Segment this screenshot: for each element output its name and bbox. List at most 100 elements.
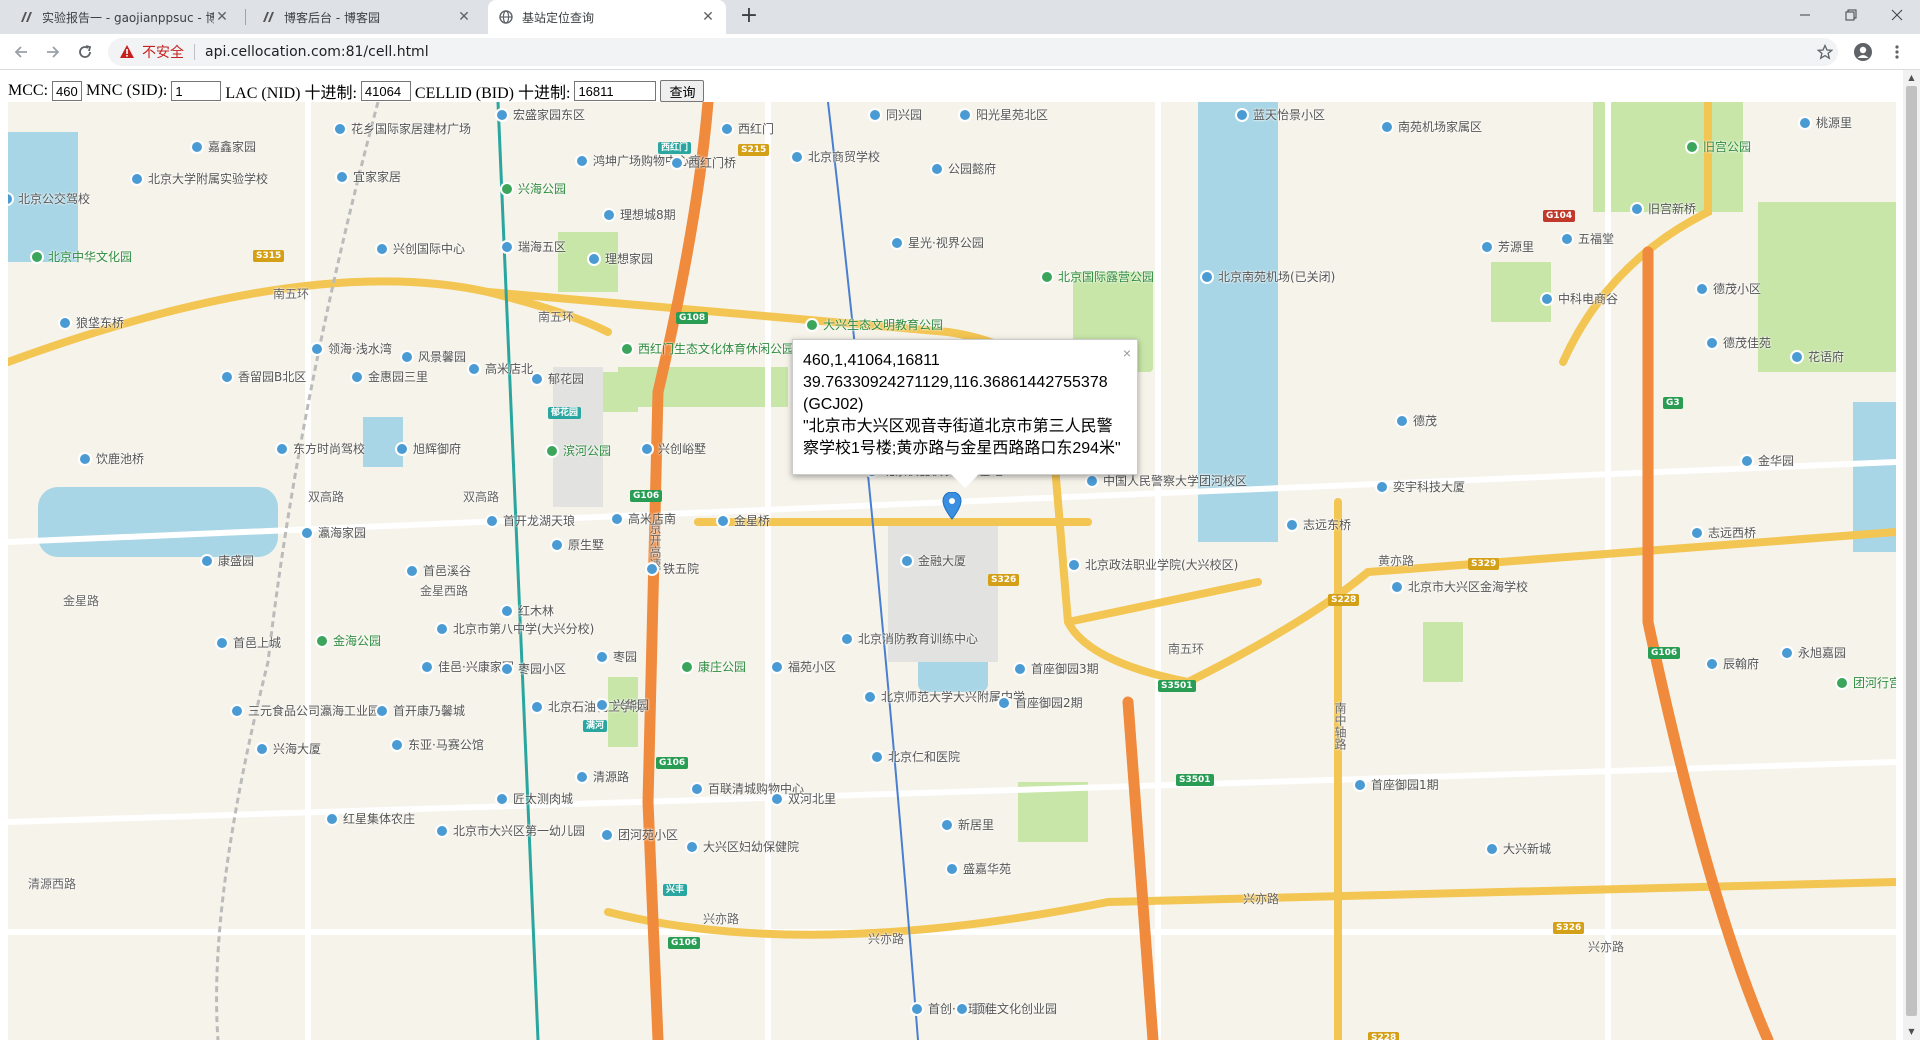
park-poi-icon[interactable] — [1040, 270, 1054, 284]
poi-icon[interactable] — [1690, 526, 1704, 540]
poi-label[interactable]: 南苑机场家属区 — [1398, 120, 1482, 134]
poi-icon[interactable] — [870, 750, 884, 764]
poi-icon[interactable] — [220, 370, 234, 384]
poi-icon[interactable] — [1375, 480, 1389, 494]
poi-label[interactable]: 领海·浅水湾 — [328, 342, 392, 356]
poi-icon[interactable] — [1353, 778, 1367, 792]
poi-icon[interactable] — [670, 156, 684, 170]
poi-icon[interactable] — [770, 660, 784, 674]
park-poi-icon[interactable] — [805, 318, 819, 332]
poi-label[interactable]: 红星集体农庄 — [343, 812, 415, 826]
poi-label[interactable]: 福苑小区 — [788, 660, 836, 674]
poi-icon[interactable] — [333, 122, 347, 136]
poi-label[interactable]: 瀛海家园 — [318, 526, 366, 540]
scroll-up-icon[interactable]: ▲ — [1903, 70, 1920, 86]
poi-label[interactable]: 北京市大兴区金海学校 — [1408, 580, 1528, 594]
poi-label[interactable]: 首邑上城 — [233, 636, 281, 650]
poi-icon[interactable] — [1085, 474, 1099, 488]
poi-icon[interactable] — [1780, 646, 1794, 660]
poi-icon[interactable] — [325, 812, 339, 826]
poi-icon[interactable] — [390, 738, 404, 752]
poi-label[interactable]: 北京政法职业学院(大兴校区) — [1085, 558, 1238, 572]
poi-label[interactable]: 清源路 — [593, 770, 629, 784]
poi-label[interactable]: 铁五院 — [663, 562, 699, 576]
poi-label[interactable]: 宜家家居 — [353, 170, 401, 184]
poi-icon[interactable] — [863, 690, 877, 704]
poi-label[interactable]: 北京消防教育训练中心 — [858, 632, 978, 646]
poi-label[interactable]: 团河行宫遗址公园 — [1853, 676, 1896, 690]
poi-icon[interactable] — [575, 154, 589, 168]
poi-label[interactable]: 志远东桥 — [1303, 518, 1351, 532]
poi-label[interactable]: 中国人民警察大学团河校区 — [1103, 474, 1247, 488]
vertical-scrollbar[interactable]: ▲ ▼ — [1903, 70, 1920, 1040]
mcc-input[interactable] — [52, 81, 83, 101]
poi-icon[interactable] — [215, 636, 229, 650]
poi-icon[interactable] — [1480, 240, 1494, 254]
poi-label[interactable]: 康盛园 — [218, 554, 254, 568]
poi-label[interactable]: 花语府 — [1808, 350, 1844, 364]
poi-label[interactable]: 滨河公园 — [563, 444, 611, 458]
poi-label[interactable]: 旧宫公园 — [1703, 140, 1751, 154]
poi-icon[interactable] — [602, 208, 616, 222]
poi-label[interactable]: 花乡国际家居建材广场 — [351, 122, 471, 136]
poi-label[interactable]: 德茂佳苑 — [1723, 336, 1771, 350]
query-button[interactable]: 查询 — [660, 80, 705, 102]
poi-label[interactable]: 兴创峪墅 — [658, 442, 706, 456]
poi-icon[interactable] — [335, 170, 349, 184]
address-bar[interactable]: 不安全 api.cellocation.com:81/cell.html — [108, 38, 1838, 66]
poi-icon[interactable] — [720, 122, 734, 136]
poi-icon[interactable] — [500, 240, 514, 254]
park-poi-icon[interactable] — [620, 342, 634, 356]
poi-icon[interactable] — [130, 172, 144, 186]
poi-label[interactable]: 首开龙湖天琅 — [503, 514, 575, 528]
poi-icon[interactable] — [900, 554, 914, 568]
profile-avatar-icon[interactable] — [1850, 39, 1876, 65]
poi-label[interactable]: 东亚·马赛公馆 — [408, 738, 484, 752]
cellid-input[interactable] — [574, 81, 657, 101]
poi-label[interactable]: 顶佳文化创业园 — [973, 1002, 1057, 1016]
poi-label[interactable]: 饮鹿池桥 — [96, 452, 144, 466]
minimize-button[interactable] — [1782, 0, 1828, 30]
poi-icon[interactable] — [467, 362, 481, 376]
poi-icon[interactable] — [230, 704, 244, 718]
poi-icon[interactable] — [1560, 232, 1574, 246]
reload-button[interactable] — [72, 39, 98, 65]
poi-icon[interactable] — [58, 316, 72, 330]
map-canvas[interactable]: 南五环 南五环 南五环 双高路 双高路 金星西路 金星路 黄亦路 兴亦路 兴亦路… — [8, 102, 1896, 1040]
poi-icon[interactable] — [770, 792, 784, 806]
poi-icon[interactable] — [190, 140, 204, 154]
poi-label[interactable]: 金惠园三里 — [368, 370, 428, 384]
poi-label[interactable]: 匠太测肉城 — [513, 792, 573, 806]
park-poi-icon[interactable] — [545, 444, 559, 458]
poi-icon[interactable] — [645, 562, 659, 576]
park-poi-icon[interactable] — [1685, 140, 1699, 154]
poi-label[interactable]: 瑞海五区 — [518, 240, 566, 254]
poi-icon[interactable] — [600, 828, 614, 842]
scroll-down-icon[interactable]: ▼ — [1903, 1024, 1920, 1040]
lac-input[interactable] — [360, 81, 411, 101]
poi-icon[interactable] — [1705, 336, 1719, 350]
poi-label[interactable]: 北京仁和医院 — [888, 750, 960, 764]
poi-label[interactable]: 西红门桥 — [688, 156, 736, 170]
close-icon[interactable]: ✕ — [456, 9, 472, 25]
poi-icon[interactable] — [1395, 414, 1409, 428]
poi-icon[interactable] — [375, 242, 389, 256]
poi-label[interactable]: 新居里 — [958, 818, 994, 832]
poi-icon[interactable] — [255, 742, 269, 756]
poi-icon[interactable] — [690, 782, 704, 796]
poi-icon[interactable] — [1695, 282, 1709, 296]
close-icon[interactable]: ✕ — [214, 9, 230, 25]
poi-icon[interactable] — [940, 818, 954, 832]
poi-label[interactable]: 北京市第八中学(大兴分校) — [453, 622, 594, 636]
poi-icon[interactable] — [910, 1002, 924, 1016]
poi-icon[interactable] — [200, 554, 214, 568]
poi-label[interactable]: 金海公园 — [333, 634, 381, 648]
park-poi-icon[interactable] — [30, 250, 44, 264]
close-icon[interactable]: ✕ — [700, 9, 716, 25]
warning-icon[interactable] — [118, 43, 136, 61]
poi-icon[interactable] — [587, 252, 601, 266]
poi-icon[interactable] — [1067, 558, 1081, 572]
poi-label[interactable]: 理想家园 — [605, 252, 653, 266]
poi-label[interactable]: 北京南苑机场(已关闭) — [1218, 270, 1335, 284]
poi-label[interactable]: 五福堂 — [1578, 232, 1614, 246]
